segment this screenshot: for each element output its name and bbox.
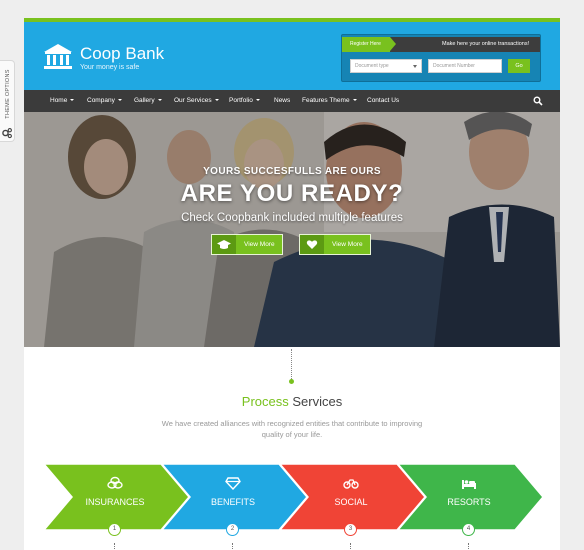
dotted-connector [291, 349, 292, 379]
nav-item-label: Company [87, 97, 115, 104]
chevron-down-icon [70, 99, 75, 101]
search-icon[interactable] [533, 96, 543, 106]
bicycle-icon [343, 479, 359, 489]
icon-box [212, 235, 236, 254]
document-type-placeholder: Document type [355, 63, 389, 69]
nav-item-news[interactable]: News [274, 90, 290, 112]
nav-item-label: Home [50, 97, 68, 104]
step-number-3: 3 [344, 523, 357, 536]
process-description: We have created alliances with recognize… [161, 419, 423, 439]
connector-dot [289, 379, 294, 384]
chevron-down-icon [255, 99, 260, 101]
nav-item-label: Portfolio [229, 97, 253, 104]
site-header: Coop Bank Your money is safe Register He… [24, 18, 560, 90]
step-number-4: 4 [462, 523, 475, 536]
graduation-cap-icon [217, 240, 231, 249]
hero-banner: YOURS SUCCESFULLS ARE OURS ARE YOU READY… [24, 112, 560, 347]
bed-icon [462, 480, 476, 489]
coins-icon [107, 476, 123, 489]
theme-options-label: THEME OPTIONS [5, 69, 11, 119]
nav-item-our-services[interactable]: Our Services [174, 90, 219, 112]
website: Coop Bank Your money is safe Register He… [24, 18, 560, 550]
nav-item-portfolio[interactable]: Portfolio [229, 90, 260, 112]
nav-item-label: Contact Us [367, 97, 400, 104]
document-number-input[interactable]: Document Number [428, 59, 502, 73]
title-rest: Services [288, 394, 343, 409]
diamond-icon [225, 477, 241, 490]
nav-item-label: Gallery [134, 97, 155, 104]
theme-options-tab[interactable]: THEME OPTIONS [0, 60, 15, 142]
nav-item-features-theme[interactable]: Features Theme [302, 90, 357, 112]
nav-item-label: Features Theme [302, 97, 350, 104]
hero-subtitle: Check Coopbank included multiple feature… [181, 212, 403, 224]
chevron-down-icon [352, 99, 357, 101]
process-steps: INSURANCES BENEFITS SOCIAL RESORTS 1 2 3… [44, 464, 544, 536]
title-highlight: Process [241, 394, 289, 409]
online-transactions-box: Register Here Make here your online tran… [341, 34, 541, 82]
gears-icon [2, 128, 12, 139]
logo-title[interactable]: Coop Bank [80, 44, 164, 64]
step-number-2: 2 [226, 523, 239, 536]
transactions-message: Make here your online transactions! [442, 41, 530, 47]
step-connector-2 [232, 543, 233, 550]
view-more-button-1[interactable]: View More [211, 234, 283, 255]
step-label-benefits[interactable]: BENEFITS [173, 497, 293, 507]
document-type-select[interactable]: Document type [350, 59, 422, 73]
chevron-down-icon [214, 99, 219, 101]
nav-item-company[interactable]: Company [87, 90, 122, 112]
hero-small-title: YOURS SUCCESFULLS ARE OURS [203, 166, 381, 177]
bank-logo-icon[interactable] [43, 42, 73, 70]
view-more-label: View More [244, 241, 275, 248]
nav-item-label: News [274, 97, 291, 104]
chevron-down-icon [413, 65, 417, 68]
step-connector-1 [114, 543, 115, 550]
process-services-title: Process Services [24, 394, 560, 409]
nav-item-contact-us[interactable]: Contact Us [367, 90, 399, 112]
main-navigation: Home Company Gallery Our Services Portfo… [24, 90, 560, 112]
chevron-down-icon [157, 99, 162, 101]
nav-item-label: Our Services [174, 97, 212, 104]
step-connector-3 [350, 543, 351, 550]
step-number-1: 1 [108, 523, 121, 536]
step-connector-4 [468, 543, 469, 550]
logo-subtitle: Your money is safe [80, 64, 140, 71]
register-here-link[interactable]: Register Here [342, 37, 396, 52]
nav-item-gallery[interactable]: Gallery [134, 90, 162, 112]
view-more-label: View More [332, 241, 363, 248]
hero-overlay [24, 112, 560, 347]
view-more-button-2[interactable]: View More [299, 234, 371, 255]
step-label-insurances[interactable]: INSURANCES [55, 497, 175, 507]
chevron-down-icon [117, 99, 122, 101]
heart-icon [306, 240, 318, 249]
go-button[interactable]: Go [508, 59, 530, 73]
icon-box [300, 235, 324, 254]
step-label-social[interactable]: SOCIAL [291, 497, 411, 507]
hero-big-title: ARE YOU READY? [180, 180, 404, 207]
step-label-resorts[interactable]: RESORTS [409, 497, 529, 507]
nav-item-home[interactable]: Home [50, 90, 75, 112]
